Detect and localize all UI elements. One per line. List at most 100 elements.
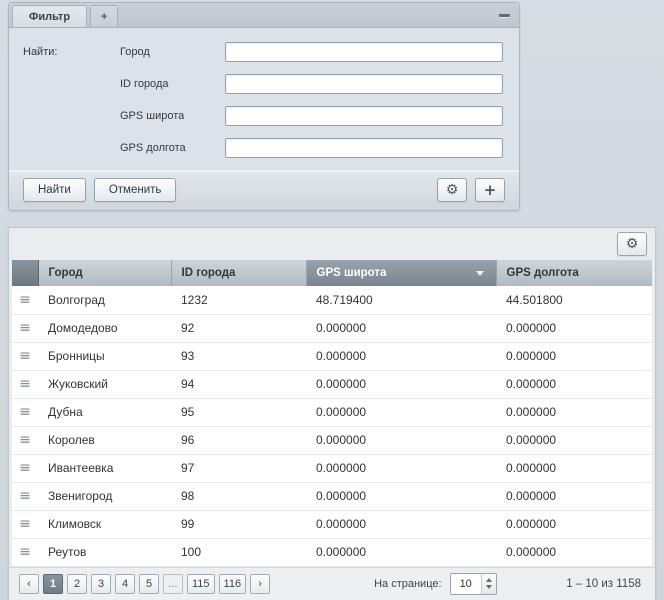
filter-tab-strip: Фильтр +: [9, 3, 519, 28]
cell-city: Королев: [38, 426, 171, 454]
gps-lon-input[interactable]: [225, 138, 503, 158]
cell-gps-lon: 44.501800: [496, 286, 652, 314]
filter-button-row: Найти Отменить ⚙ +: [9, 170, 519, 210]
cell-city-id: 97: [171, 454, 306, 482]
cell-city-id: 94: [171, 370, 306, 398]
prev-page-button[interactable]: ‹: [19, 574, 39, 594]
cell-gps-lon: 0.000000: [496, 314, 652, 342]
cell-gps-lat: 0.000000: [306, 510, 496, 538]
row-menu-icon[interactable]: ≡: [19, 544, 31, 560]
table-settings-button[interactable]: ⚙: [617, 232, 647, 256]
table-row[interactable]: ≡ Домодедово 92 0.000000 0.000000: [12, 314, 652, 342]
table-row[interactable]: ≡ Климовск 99 0.000000 0.000000: [12, 510, 652, 538]
cell-city-id: 100: [171, 538, 306, 566]
tab-filter-label: Фильтр: [29, 11, 70, 23]
cell-city: Волгоград: [38, 286, 171, 314]
cell-city-id: 92: [171, 314, 306, 342]
cell-city-id: 95: [171, 398, 306, 426]
city-field-label: Город: [120, 42, 225, 62]
row-menu-icon[interactable]: ≡: [19, 376, 31, 392]
tab-filter[interactable]: Фильтр: [12, 5, 87, 27]
page-button-3[interactable]: 3: [91, 574, 111, 594]
column-header-city-id[interactable]: ID города: [171, 260, 306, 286]
field-row-city-id: ID города: [120, 74, 503, 94]
per-page-value: 10: [451, 574, 481, 594]
add-tab-button[interactable]: +: [90, 5, 118, 27]
row-menu-icon[interactable]: ≡: [19, 460, 31, 476]
collapse-panel-button[interactable]: [497, 10, 511, 20]
sort-desc-icon: [476, 271, 484, 276]
cell-gps-lat: 0.000000: [306, 398, 496, 426]
cell-gps-lon: 0.000000: [496, 454, 652, 482]
page-button-4[interactable]: 4: [115, 574, 135, 594]
cell-gps-lat: 48.719400: [306, 286, 496, 314]
column-header-gps-lat-label: GPS широта: [317, 267, 387, 279]
per-page-select[interactable]: 10: [450, 573, 497, 595]
page-button-5[interactable]: 5: [139, 574, 159, 594]
page: Фильтр + Найти: Город ID города: [0, 0, 664, 600]
table-row[interactable]: ≡ Бронницы 93 0.000000 0.000000: [12, 342, 652, 370]
table-row[interactable]: ≡ Ивантеевка 97 0.000000 0.000000: [12, 454, 652, 482]
spin-down-icon[interactable]: [486, 585, 492, 589]
cell-gps-lat: 0.000000: [306, 370, 496, 398]
row-menu-icon[interactable]: ≡: [19, 488, 31, 504]
column-header-gps-lat[interactable]: GPS широта: [306, 260, 496, 286]
gps-lat-input[interactable]: [225, 106, 503, 126]
page-button-2[interactable]: 2: [67, 574, 87, 594]
minimize-icon: [499, 14, 510, 17]
table-row[interactable]: ≡ Королев 96 0.000000 0.000000: [12, 426, 652, 454]
page-button-116[interactable]: 116: [219, 574, 247, 594]
filter-add-button[interactable]: +: [475, 178, 505, 202]
table-row[interactable]: ≡ Звенигород 98 0.000000 0.000000: [12, 482, 652, 510]
city-input[interactable]: [225, 42, 503, 62]
page-button-115[interactable]: 115: [187, 574, 215, 594]
cell-gps-lat: 0.000000: [306, 342, 496, 370]
page-button-1[interactable]: 1: [43, 574, 63, 594]
search-button[interactable]: Найти: [23, 178, 86, 202]
cell-city-id: 93: [171, 342, 306, 370]
spin-up-icon[interactable]: [486, 578, 492, 582]
table-row[interactable]: ≡ Реутов 100 0.000000 0.000000: [12, 538, 652, 566]
table-widget: ⚙ Город ID города GPS широта GPS долгота: [8, 227, 656, 600]
cell-city-id: 1232: [171, 286, 306, 314]
gps-lon-field-label: GPS долгота: [120, 138, 225, 158]
spinner-icon[interactable]: [481, 574, 496, 594]
field-row-gps-lon: GPS долгота: [120, 138, 503, 158]
next-page-button[interactable]: ›: [250, 574, 270, 594]
cell-gps-lat: 0.000000: [306, 454, 496, 482]
row-menu-icon[interactable]: ≡: [19, 516, 31, 532]
row-menu-icon[interactable]: ≡: [19, 320, 31, 336]
column-header-gps-lon[interactable]: GPS долгота: [496, 260, 652, 286]
city-id-input[interactable]: [225, 74, 503, 94]
cell-city: Ивантеевка: [38, 454, 171, 482]
field-row-gps-lat: GPS широта: [120, 106, 503, 126]
cell-gps-lat: 0.000000: [306, 482, 496, 510]
cell-gps-lon: 0.000000: [496, 510, 652, 538]
filter-settings-button[interactable]: ⚙: [437, 178, 467, 202]
cell-city: Звенигород: [38, 482, 171, 510]
cell-city: Дубна: [38, 398, 171, 426]
row-menu-icon[interactable]: ≡: [19, 404, 31, 420]
filter-form: Найти: Город ID города GPS широта GPS до…: [9, 28, 519, 170]
cell-gps-lon: 0.000000: [496, 482, 652, 510]
city-id-field-label: ID города: [120, 74, 225, 94]
cell-city: Реутов: [38, 538, 171, 566]
field-row-city: Город: [120, 42, 503, 62]
cell-city-id: 98: [171, 482, 306, 510]
row-menu-icon[interactable]: ≡: [19, 432, 31, 448]
cell-gps-lon: 0.000000: [496, 342, 652, 370]
cell-city: Бронницы: [38, 342, 171, 370]
cell-city: Жуковский: [38, 370, 171, 398]
per-page-label: На странице:: [374, 578, 441, 590]
cell-city-id: 96: [171, 426, 306, 454]
table-row[interactable]: ≡ Жуковский 94 0.000000 0.000000: [12, 370, 652, 398]
cancel-button[interactable]: Отменить: [94, 178, 177, 202]
row-menu-icon[interactable]: ≡: [19, 292, 31, 308]
column-header-city[interactable]: Город: [38, 260, 171, 286]
table-row[interactable]: ≡ Волгоград 1232 48.719400 44.501800: [12, 286, 652, 314]
table-row[interactable]: ≡ Дубна 95 0.000000 0.000000: [12, 398, 652, 426]
gear-icon: ⚙: [626, 236, 639, 252]
gps-lat-field-label: GPS широта: [120, 106, 225, 126]
row-menu-icon[interactable]: ≡: [19, 348, 31, 364]
plus-icon: +: [101, 11, 107, 23]
